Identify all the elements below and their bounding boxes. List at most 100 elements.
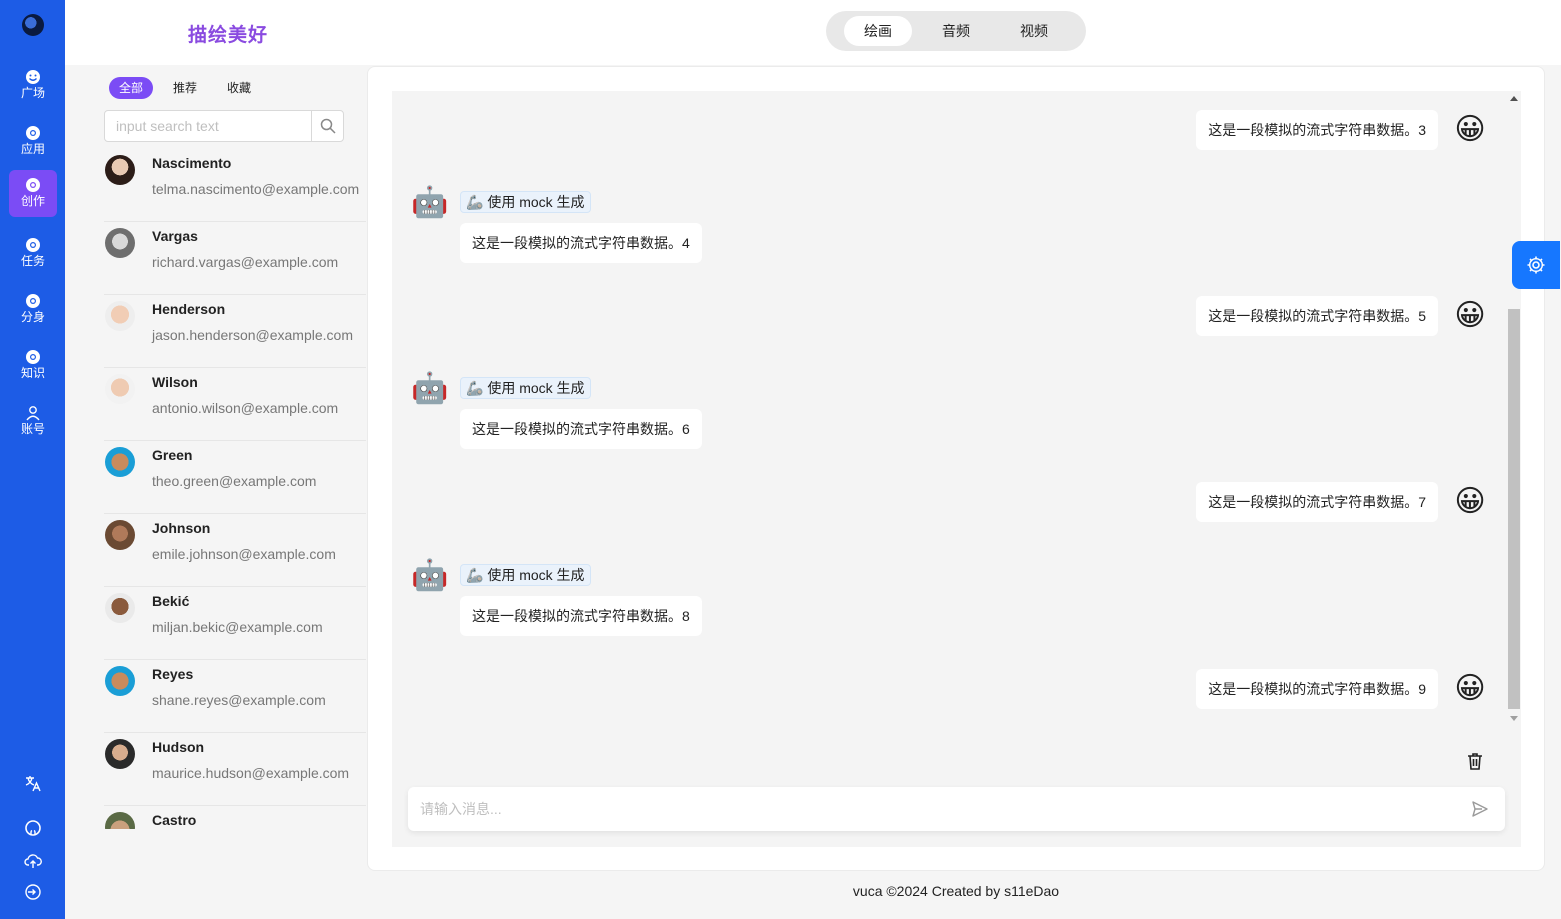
message-list[interactable]: 这是一段模拟的流式字符串数据。3 😀 🤖 🦾 使用 mock 生成 这是一段模拟… <box>392 91 1521 727</box>
robot-icon: 🤖 <box>411 372 449 405</box>
cloud-upload-icon[interactable] <box>24 852 42 870</box>
list-item[interactable]: Bekić miljan.bekic@example.com <box>104 587 366 660</box>
contact-name: Wilson <box>152 374 198 390</box>
sidebar-item-apps[interactable]: 应用 <box>9 118 57 166</box>
list-item[interactable]: Henderson jason.henderson@example.com <box>104 295 366 368</box>
list-item[interactable]: Reyes shane.reyes@example.com <box>104 660 366 733</box>
translate-icon[interactable] <box>24 774 42 792</box>
sidebar-item-knowledge[interactable]: 知识 <box>9 342 57 390</box>
contact-name: Nascimento <box>152 155 232 171</box>
avatar <box>105 666 135 696</box>
chrome-icon <box>26 238 40 252</box>
settings-button[interactable] <box>1512 241 1560 289</box>
contact-email: maurice.hudson@example.com <box>152 765 350 781</box>
user-message: 这是一段模拟的流式字符串数据。9 <box>1196 669 1438 709</box>
list-item[interactable]: Green theo.green@example.com <box>104 441 366 514</box>
filter-favorites[interactable]: 收藏 <box>217 77 261 99</box>
avatar <box>105 593 135 623</box>
message-input-bar <box>408 787 1505 831</box>
contact-name: Johnson <box>152 520 211 536</box>
tab-audio[interactable]: 音频 <box>922 16 990 46</box>
avatar <box>105 739 135 769</box>
robot-icon: 🤖 <box>411 186 449 219</box>
avatar <box>105 228 135 258</box>
github-icon[interactable] <box>24 819 42 837</box>
globe-logo[interactable] <box>22 14 44 36</box>
avatar <box>105 301 135 331</box>
sidebar-item-create[interactable]: 创作 <box>9 170 57 217</box>
bot-message: 这是一段模拟的流式字符串数据。6 <box>460 409 702 449</box>
contact-email: emile.johnson@example.com <box>152 546 336 562</box>
contact-email: miljan.bekic@example.com <box>152 619 323 635</box>
sidebar-item-label: 创作 <box>20 194 45 208</box>
contact-email: theo.green@example.com <box>152 473 317 489</box>
contact-panel: 全部 推荐 收藏 Nascimento telma.nascimento@exa… <box>65 65 366 919</box>
user-avatar-icon: 😀 <box>1454 672 1486 705</box>
filter-all[interactable]: 全部 <box>109 77 154 99</box>
user-avatar-icon: 😀 <box>1454 113 1486 146</box>
mock-tag: 🦾 使用 mock 生成 <box>460 564 591 586</box>
list-item[interactable]: Vargas richard.vargas@example.com <box>104 222 366 295</box>
contact-list: Nascimento telma.nascimento@example.com … <box>104 149 366 829</box>
scroll-thumb[interactable] <box>1508 309 1520 709</box>
chat-area: 这是一段模拟的流式字符串数据。3 😀 🤖 🦾 使用 mock 生成 这是一段模拟… <box>392 91 1521 847</box>
list-item[interactable]: Nascimento telma.nascimento@example.com <box>104 149 366 222</box>
user-avatar-icon: 😀 <box>1454 485 1486 518</box>
contact-email: jason.henderson@example.com <box>152 327 353 343</box>
face-icon <box>26 70 40 84</box>
contact-name: Henderson <box>152 301 226 317</box>
sidebar-item-label: 知识 <box>20 366 45 380</box>
sidebar-item-label: 任务 <box>20 254 45 268</box>
list-item[interactable]: Hudson maurice.hudson@example.com <box>104 733 366 806</box>
sidebar-item-square[interactable]: 广场 <box>9 62 57 110</box>
sidebar-item-label: 分身 <box>20 310 45 324</box>
sidebar-item-avatar[interactable]: 分身 <box>9 286 57 334</box>
contact-name: Green <box>152 447 193 463</box>
mock-tag: 🦾 使用 mock 生成 <box>460 191 591 213</box>
trash-icon[interactable] <box>1465 751 1485 771</box>
scroll-down-arrow-icon[interactable] <box>1510 716 1518 721</box>
scroll-up-arrow-icon[interactable] <box>1510 96 1518 101</box>
send-icon[interactable] <box>1471 800 1489 818</box>
contact-name: Bekić <box>152 593 190 609</box>
sidebar-item-account[interactable]: 账号 <box>9 398 57 446</box>
footer-text: vuca ©2024 Created by s11eDao <box>852 883 1060 899</box>
list-item[interactable]: Castro <box>104 806 366 829</box>
logout-icon[interactable] <box>24 883 42 901</box>
chrome-icon <box>26 294 40 308</box>
message-scrollbar[interactable] <box>1507 91 1521 727</box>
avatar <box>105 447 135 477</box>
sidebar-nav: 广场 应用 创作 任务 分身 知识 账号 <box>0 0 65 919</box>
contact-name: Reyes <box>152 666 194 682</box>
brand-title: 描绘美好 <box>188 25 269 46</box>
sidebar-item-label: 广场 <box>20 86 45 100</box>
gear-icon <box>1527 256 1545 274</box>
contact-email: richard.vargas@example.com <box>152 254 339 270</box>
contact-name: Hudson <box>152 739 205 755</box>
search-input[interactable] <box>105 111 313 141</box>
user-message: 这是一段模拟的流式字符串数据。7 <box>1196 482 1438 522</box>
list-item[interactable]: Johnson emile.johnson@example.com <box>104 514 366 587</box>
mock-tag: 🦾 使用 mock 生成 <box>460 377 591 399</box>
sidebar-item-label: 账号 <box>20 422 45 436</box>
chrome-icon <box>26 126 40 140</box>
bot-message: 这是一段模拟的流式字符串数据。4 <box>460 223 702 263</box>
chat-card: 这是一段模拟的流式字符串数据。3 😀 🤖 🦾 使用 mock 生成 这是一段模拟… <box>367 66 1545 871</box>
user-icon <box>26 406 40 421</box>
user-message: 这是一段模拟的流式字符串数据。3 <box>1196 110 1438 150</box>
message-input[interactable] <box>408 787 1458 831</box>
sidebar-item-tasks[interactable]: 任务 <box>9 230 57 278</box>
list-item[interactable]: Wilson antonio.wilson@example.com <box>104 368 366 441</box>
mode-segmented-control: 绘画 音频 视频 <box>826 11 1086 51</box>
robot-icon: 🤖 <box>411 559 449 592</box>
contact-name: Castro <box>152 812 197 828</box>
search-button[interactable] <box>311 111 343 141</box>
tab-painting[interactable]: 绘画 <box>844 16 912 46</box>
avatar <box>105 812 135 829</box>
filter-recommended[interactable]: 推荐 <box>163 77 207 99</box>
search-box <box>104 110 344 142</box>
top-bar: 描绘美好 绘画 音频 视频 <box>65 0 1561 65</box>
user-avatar-icon: 😀 <box>1454 299 1486 332</box>
tab-video[interactable]: 视频 <box>1000 16 1068 46</box>
chrome-icon <box>26 178 40 192</box>
